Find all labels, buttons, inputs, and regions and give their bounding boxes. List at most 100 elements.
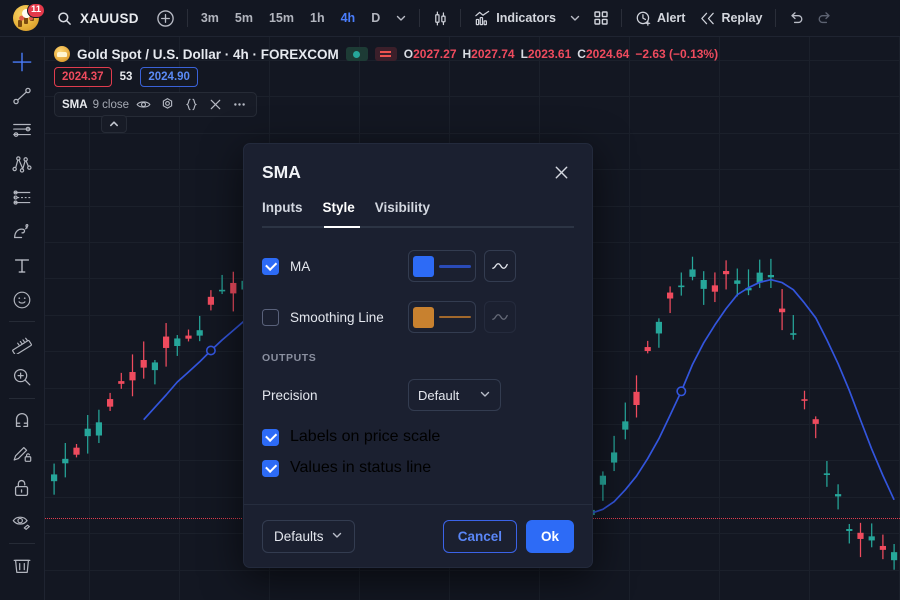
trend-line-tool-icon[interactable] (3, 79, 41, 113)
indicator-settings-dialog[interactable]: SMA Inputs Style Visibility MA (243, 143, 593, 568)
candle-body (667, 293, 673, 299)
dialog-tabs: Inputs Style Visibility (244, 200, 592, 226)
notification-badge[interactable]: 11 (27, 3, 45, 18)
precision-label: Precision (262, 388, 408, 403)
close-icon[interactable] (548, 159, 574, 185)
undo-icon[interactable] (782, 4, 810, 32)
left-drawing-toolbar (0, 37, 45, 600)
precision-select[interactable]: Default (408, 379, 501, 411)
chart-symbol-title[interactable]: Gold Spot / U.S. Dollar · 4h · FOREXCOM (77, 47, 339, 62)
ohlc-c-value: 2024.64 (586, 47, 629, 61)
toolbar-divider (9, 398, 35, 399)
candle-body (835, 494, 841, 496)
zoom-in-tool-icon[interactable] (3, 360, 41, 394)
lock-drawings-tool-icon[interactable] (3, 471, 41, 505)
candle-body (152, 362, 158, 370)
redo-icon[interactable] (810, 4, 838, 32)
hide-drawings-tool-icon[interactable] (3, 505, 41, 539)
candle-body (790, 333, 796, 335)
values-in-status-line-checkbox[interactable] (262, 460, 279, 477)
more-options-icon[interactable] (230, 96, 249, 113)
precision-row: Precision Default (262, 379, 574, 411)
tab-inputs[interactable]: Inputs (262, 200, 303, 226)
replay-icon (699, 10, 716, 27)
candle-body (689, 269, 695, 276)
settings-icon[interactable] (158, 96, 177, 113)
candle-body (701, 280, 707, 289)
alert-button[interactable]: Alert (628, 6, 692, 31)
timeframe-1h[interactable]: 1h (303, 8, 332, 29)
candle-body (880, 546, 886, 550)
outputs-section-label: OUTPUTS (262, 352, 574, 364)
defaults-button[interactable]: Defaults (262, 520, 355, 553)
indicators-chevron-down-icon[interactable] (563, 7, 587, 29)
candle-body (185, 336, 191, 339)
horizontal-lines-tool-icon[interactable] (3, 113, 41, 147)
eye-icon[interactable] (134, 96, 153, 113)
collapse-pane-button[interactable] (101, 115, 127, 133)
smoothing-line-label: Smoothing Line (290, 310, 384, 325)
candle-body (230, 283, 236, 293)
replay-label: Replay (721, 11, 762, 25)
replay-button[interactable]: Replay (692, 6, 769, 31)
brush-tool-icon[interactable] (3, 215, 41, 249)
ma-line-style-icon[interactable] (484, 250, 516, 282)
smoothing-line-color-picker[interactable] (408, 301, 476, 333)
measure-tool-icon[interactable] (3, 326, 41, 360)
smoothing-line-checkbox[interactable] (262, 309, 279, 326)
sma-drag-handle[interactable] (677, 387, 685, 395)
magnet-tool-icon[interactable] (3, 403, 41, 437)
indicators-label: Indicators (496, 11, 556, 25)
labels-on-price-scale-checkbox[interactable] (262, 429, 279, 446)
crosshair-tool-icon[interactable] (3, 45, 41, 79)
close-icon[interactable] (206, 96, 225, 113)
smoothing-line-style-icon[interactable] (484, 301, 516, 333)
drawing-mode-tool-icon[interactable] (3, 437, 41, 471)
fib-retracement-tool-icon[interactable] (3, 181, 41, 215)
ma-color-picker[interactable] (408, 250, 476, 282)
pitchfork-tool-icon[interactable] (3, 147, 41, 181)
source-code-icon[interactable] (182, 96, 201, 113)
ok-button[interactable]: Ok (526, 520, 574, 553)
symbol-search[interactable]: XAUUSD (52, 3, 151, 33)
candle-body (129, 372, 135, 380)
app-logo[interactable]: 11 (0, 0, 52, 37)
timeframe-3m[interactable]: 3m (194, 8, 226, 29)
symbol-text: XAUUSD (80, 11, 139, 26)
add-symbol-button[interactable] (151, 3, 181, 33)
grid-templates-icon[interactable] (587, 4, 615, 32)
timeframe-5m[interactable]: 5m (228, 8, 260, 29)
sma-drag-handle[interactable] (207, 346, 215, 354)
chevron-down-icon[interactable] (389, 7, 413, 29)
candle-body (107, 399, 113, 407)
candle-body (857, 533, 863, 539)
ohlc-c-label: C (577, 47, 586, 61)
candle-body (846, 529, 852, 531)
remove-drawings-tool-icon[interactable] (3, 548, 41, 582)
candle-body (779, 309, 785, 313)
price-tag-blue[interactable]: 2024.90 (140, 67, 198, 87)
timeframe-15m[interactable]: 15m (262, 8, 301, 29)
candle-body (96, 422, 102, 435)
ma-checkbox[interactable] (262, 258, 279, 275)
cancel-button[interactable]: Cancel (443, 520, 517, 553)
text-tool-icon[interactable] (3, 249, 41, 283)
candle-body (611, 452, 617, 462)
candle-body (51, 474, 57, 481)
indicators-button[interactable]: Indicators (467, 6, 563, 31)
defaults-label: Defaults (274, 529, 324, 544)
emoji-tool-icon[interactable] (3, 283, 41, 317)
candlestick-icon[interactable] (426, 4, 454, 32)
timeframe-d[interactable]: D (364, 8, 387, 29)
price-tag-red[interactable]: 2024.37 (54, 67, 112, 87)
timeframe-4h[interactable]: 4h (334, 8, 363, 29)
candle-body (62, 459, 68, 463)
candle-body (891, 552, 897, 560)
candle-body (645, 347, 651, 351)
tab-style[interactable]: Style (323, 200, 355, 226)
candle-body (768, 275, 774, 277)
labels-on-price-scale-row[interactable]: Labels on price scale (262, 428, 574, 446)
tab-visibility[interactable]: Visibility (375, 200, 430, 226)
values-in-status-line-row[interactable]: Values in status line (262, 459, 574, 477)
indicator-legend[interactable]: SMA 9 close (54, 92, 257, 117)
